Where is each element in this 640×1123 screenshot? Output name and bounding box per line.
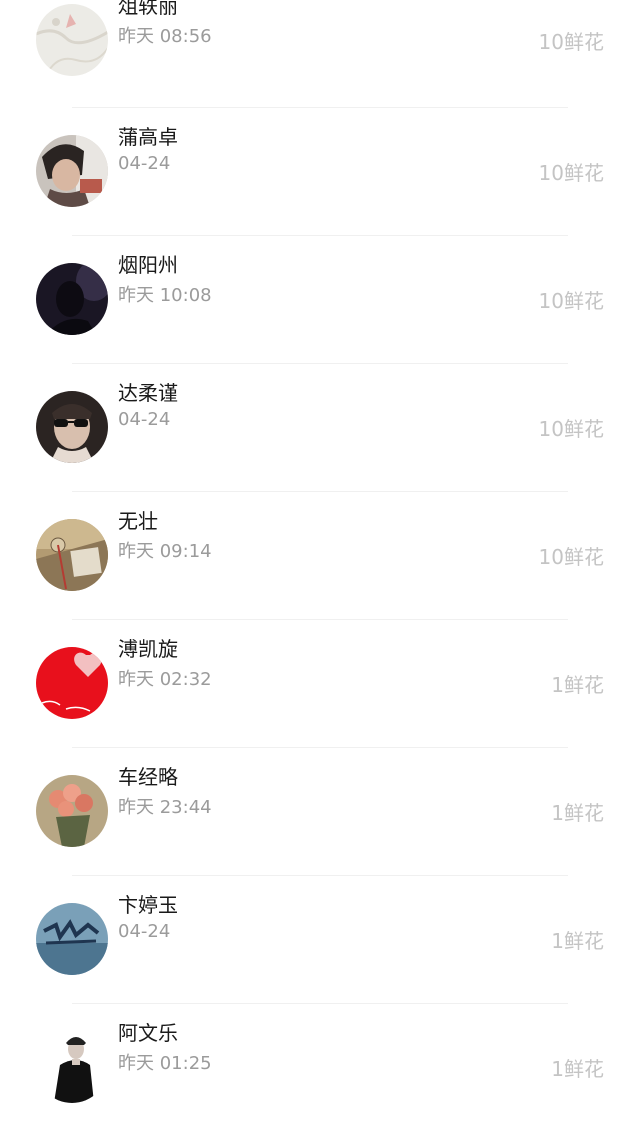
sender-name: 阿文乐: [118, 1021, 178, 1045]
kid-sunglasses-avatar[interactable]: [36, 391, 108, 463]
dark-silhouette-avatar[interactable]: [36, 263, 108, 335]
person-photo-avatar[interactable]: [36, 135, 108, 207]
sender-name: 车经略: [118, 765, 178, 789]
map-photo-avatar[interactable]: [36, 4, 108, 76]
list-item[interactable]: 阿文乐 昨天 01:25 1鲜花: [0, 1003, 640, 1123]
sent-time: 昨天 10:08: [118, 285, 212, 306]
sent-time: 昨天 23:44: [118, 797, 212, 818]
sender-name: 蒲高卓: [118, 125, 178, 149]
list-item[interactable]: 蒲高卓 04-24 10鲜花: [0, 107, 640, 235]
vintage-photo-avatar[interactable]: [36, 519, 108, 591]
sent-time: 04-24: [118, 409, 171, 430]
gift-amount: 10鲜花: [538, 288, 604, 313]
list-item[interactable]: 俎轶丽 昨天 08:56 10鲜花: [0, 0, 640, 104]
sender-name: 达柔谨: [118, 381, 178, 405]
sender-name: 俎轶丽: [118, 0, 178, 18]
list-item[interactable]: 烟阳州 昨天 10:08 10鲜花: [0, 235, 640, 363]
blue-art-avatar[interactable]: [36, 903, 108, 975]
sent-time: 昨天 02:32: [118, 669, 212, 690]
list-item[interactable]: 达柔谨 04-24 10鲜花: [0, 363, 640, 491]
gift-record-list: 俎轶丽 昨天 08:56 10鲜花 蒲高卓 04-24 10鲜花 烟阳州 昨天 …: [0, 0, 640, 1123]
gift-amount: 1鲜花: [551, 800, 604, 825]
gift-amount: 10鲜花: [538, 160, 604, 185]
sent-time: 昨天 08:56: [118, 26, 212, 47]
list-item[interactable]: 溥凯旋 昨天 02:32 1鲜花: [0, 619, 640, 747]
list-item[interactable]: 车经略 昨天 23:44 1鲜花: [0, 747, 640, 875]
sent-time: 04-24: [118, 153, 171, 174]
sender-name: 烟阳州: [118, 253, 178, 277]
sent-time: 昨天 09:14: [118, 541, 212, 562]
gift-amount: 1鲜花: [551, 672, 604, 697]
list-item[interactable]: 卞婷玉 04-24 1鲜花: [0, 875, 640, 1003]
sent-time: 昨天 01:25: [118, 1053, 212, 1074]
list-item[interactable]: 无壮 昨天 09:14 10鲜花: [0, 491, 640, 619]
gift-amount: 1鲜花: [551, 928, 604, 953]
sender-name: 溥凯旋: [118, 637, 178, 661]
sent-time: 04-24: [118, 921, 171, 942]
gift-amount: 1鲜花: [551, 1056, 604, 1081]
gift-amount: 10鲜花: [538, 29, 604, 54]
sender-name: 无壮: [118, 509, 158, 533]
gift-amount: 10鲜花: [538, 416, 604, 441]
red-heart-avatar[interactable]: [36, 647, 108, 719]
gift-amount: 10鲜花: [538, 544, 604, 569]
flower-bouquet-avatar[interactable]: [36, 775, 108, 847]
sender-name: 卞婷玉: [118, 893, 178, 917]
man-black-coat-avatar[interactable]: [36, 1031, 108, 1103]
